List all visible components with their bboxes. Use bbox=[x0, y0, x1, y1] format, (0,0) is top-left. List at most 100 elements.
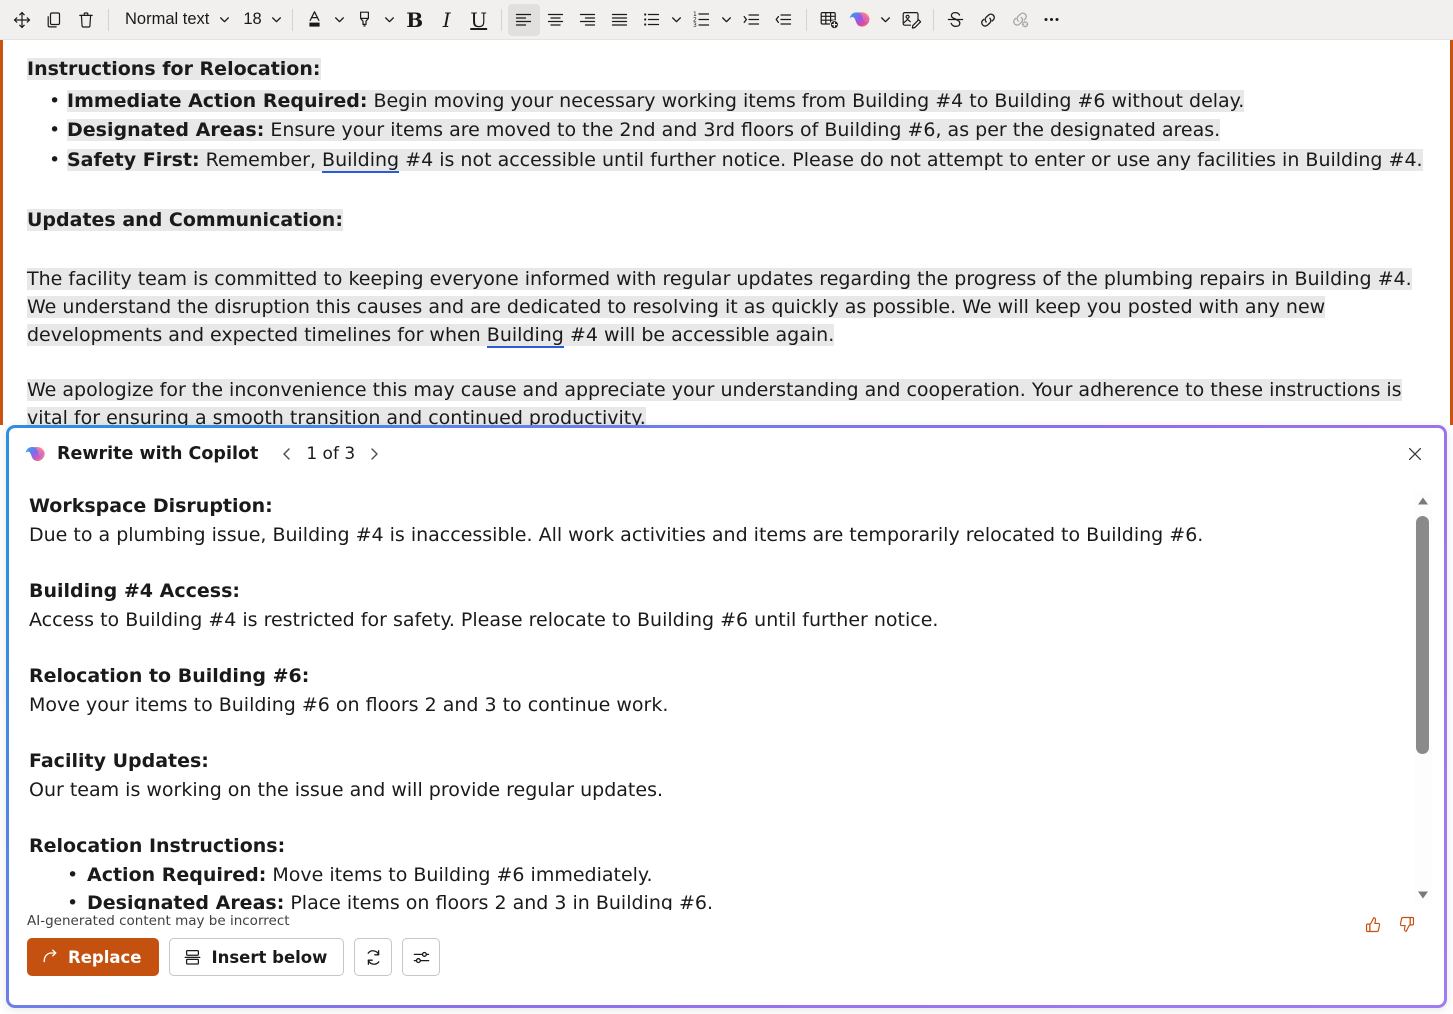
highlight-icon[interactable] bbox=[349, 4, 381, 36]
align-center-icon[interactable] bbox=[540, 4, 572, 36]
insert-table-icon[interactable] bbox=[813, 4, 845, 36]
copilot-icon bbox=[25, 443, 47, 465]
insert-below-button-label: Insert below bbox=[211, 947, 328, 967]
document-heading-instructions: Instructions for Relocation: bbox=[27, 56, 1426, 84]
align-left-icon[interactable] bbox=[507, 3, 540, 36]
ai-disclaimer: AI-generated content may be incorrect bbox=[27, 913, 290, 929]
chevron-down-icon[interactable] bbox=[877, 4, 895, 36]
chevron-down-icon[interactable] bbox=[331, 4, 349, 36]
document-paragraph-apology: We apologize for the inconvenience this … bbox=[27, 377, 1426, 425]
insert-link-icon[interactable] bbox=[972, 4, 1004, 36]
suggestion-counter: 1 of 3 bbox=[306, 444, 356, 464]
formatting-toolbar: Normal text 18 B I U 1 2 3 bbox=[0, 0, 1453, 40]
toolbar-divider bbox=[932, 8, 934, 31]
trash-icon[interactable] bbox=[70, 4, 102, 36]
next-suggestion-button[interactable] bbox=[359, 439, 389, 469]
previous-suggestion-button[interactable] bbox=[272, 439, 302, 469]
justify-icon[interactable] bbox=[604, 4, 636, 36]
italic-glyph: I bbox=[442, 7, 451, 32]
insert-below-button[interactable]: Insert below bbox=[169, 938, 345, 976]
document-heading-updates: Updates and Communication: bbox=[27, 207, 1426, 235]
suggestion-section-heading: Workspace Disruption: bbox=[29, 495, 273, 517]
chevron-down-icon[interactable] bbox=[718, 4, 736, 36]
copilot-panel-header: Rewrite with Copilot 1 of 3 bbox=[9, 428, 1444, 480]
chevron-down-icon[interactable] bbox=[215, 4, 233, 36]
list-item-label: Action Required: bbox=[87, 863, 267, 886]
scroll-up-arrow-icon[interactable] bbox=[1414, 492, 1432, 510]
bullet-list-icon[interactable] bbox=[636, 4, 668, 36]
replace-icon bbox=[41, 948, 59, 966]
document-paragraph-updates: The facility team is committed to keepin… bbox=[27, 266, 1426, 350]
paragraph-text: We apologize for the inconvenience this … bbox=[27, 378, 1402, 425]
bullet-text: Ensure your items are moved to the 2nd a… bbox=[264, 119, 1221, 142]
svg-text:3: 3 bbox=[693, 22, 697, 29]
bold-icon[interactable]: B bbox=[399, 4, 431, 36]
chevron-down-icon[interactable] bbox=[268, 4, 286, 36]
document-bullet-designated-areas: Designated Areas: Ensure your items are … bbox=[27, 117, 1426, 145]
italic-icon[interactable]: I bbox=[431, 4, 463, 36]
copy-icon[interactable] bbox=[38, 4, 70, 36]
bullet-text: Begin moving your necessary working item… bbox=[367, 89, 1245, 112]
strikethrough-icon[interactable] bbox=[940, 4, 972, 36]
chevron-down-icon[interactable] bbox=[381, 4, 399, 36]
suggestion-section-body: Move your items to Building #6 on floors… bbox=[29, 693, 669, 716]
document-canvas[interactable]: Instructions for Relocation: Immediate A… bbox=[0, 40, 1453, 425]
suggestion-section-body: Due to a plumbing issue, Building #4 is … bbox=[29, 523, 1204, 546]
suggestion-section-heading: Relocation to Building #6: bbox=[29, 665, 310, 687]
text-style-value: Normal text bbox=[125, 10, 210, 28]
font-size-value: 18 bbox=[243, 10, 262, 28]
toolbar-divider bbox=[108, 8, 109, 31]
scrollbar-thumb[interactable] bbox=[1416, 516, 1429, 754]
copilot-action-buttons: Replace Insert below bbox=[27, 938, 441, 976]
suggestion-section-heading: Building #4 Access: bbox=[29, 580, 240, 602]
toolbar-divider bbox=[805, 8, 807, 31]
indent-decrease-icon[interactable] bbox=[768, 4, 800, 36]
spellcheck-flagged-word[interactable]: Building bbox=[322, 149, 400, 174]
font-color-icon[interactable] bbox=[299, 4, 331, 36]
document-bullet-safety-first: Safety First: Remember, Building #4 is n… bbox=[27, 147, 1426, 175]
copilot-panel-footer: AI-generated content may be incorrect Re… bbox=[9, 904, 1444, 1005]
copilot-icon[interactable] bbox=[845, 4, 877, 36]
suggestion-scrollbar[interactable] bbox=[1414, 492, 1432, 904]
chevron-down-icon[interactable] bbox=[668, 4, 686, 36]
regenerate-button[interactable] bbox=[354, 938, 393, 976]
close-icon[interactable] bbox=[1398, 437, 1432, 471]
document-heading-text: Updates and Communication: bbox=[27, 209, 343, 232]
bullet-label: Designated Areas: bbox=[67, 119, 265, 142]
align-right-icon[interactable] bbox=[572, 4, 604, 36]
font-size-dropdown[interactable]: 18 bbox=[233, 5, 267, 35]
suggestion-section-body: Our team is working on the issue and wil… bbox=[29, 778, 664, 801]
numbered-list-icon[interactable]: 1 2 3 bbox=[686, 4, 718, 36]
remove-link-icon[interactable] bbox=[1004, 4, 1036, 36]
bullet-label: Safety First: bbox=[67, 149, 200, 172]
spellcheck-flagged-word[interactable]: Building bbox=[486, 323, 564, 348]
adjust-settings-button[interactable] bbox=[402, 938, 441, 976]
toolbar-divider bbox=[291, 8, 293, 31]
underline-icon[interactable]: U bbox=[463, 4, 495, 36]
scroll-down-arrow-icon[interactable] bbox=[1414, 886, 1432, 904]
bullet-text: #4 is not accessible until further notic… bbox=[399, 149, 1423, 172]
list-item-text: Move items to Building #6 immediately. bbox=[266, 863, 653, 886]
suggestion-list-item: Action Required: Move items to Building … bbox=[29, 861, 1398, 890]
copilot-panel-title: Rewrite with Copilot bbox=[57, 444, 259, 464]
paragraph-text-tail: #4 will be accessible again. bbox=[563, 323, 835, 346]
insert-image-icon[interactable] bbox=[895, 4, 927, 36]
suggestion-section-heading: Facility Updates: bbox=[29, 750, 209, 772]
more-options-icon[interactable] bbox=[1036, 4, 1068, 36]
insert-below-icon bbox=[183, 948, 202, 967]
move-icon[interactable] bbox=[6, 4, 38, 36]
suggestion-list-heading: Relocation Instructions: bbox=[29, 835, 286, 857]
text-style-dropdown[interactable]: Normal text bbox=[115, 5, 215, 35]
indent-increase-icon[interactable] bbox=[736, 4, 768, 36]
copilot-suggestion-content[interactable]: Workspace Disruption: Due to a plumbing … bbox=[9, 480, 1418, 910]
replace-button[interactable]: Replace bbox=[27, 938, 160, 976]
bold-glyph: B bbox=[406, 7, 424, 32]
document-heading-text: Instructions for Relocation: bbox=[27, 58, 321, 80]
bullet-text-pre: Remember, bbox=[199, 149, 323, 172]
document-bullet-immediate-action: Immediate Action Required: Begin moving … bbox=[27, 88, 1426, 116]
bullet-label: Immediate Action Required: bbox=[67, 89, 368, 112]
replace-button-label: Replace bbox=[68, 947, 142, 967]
